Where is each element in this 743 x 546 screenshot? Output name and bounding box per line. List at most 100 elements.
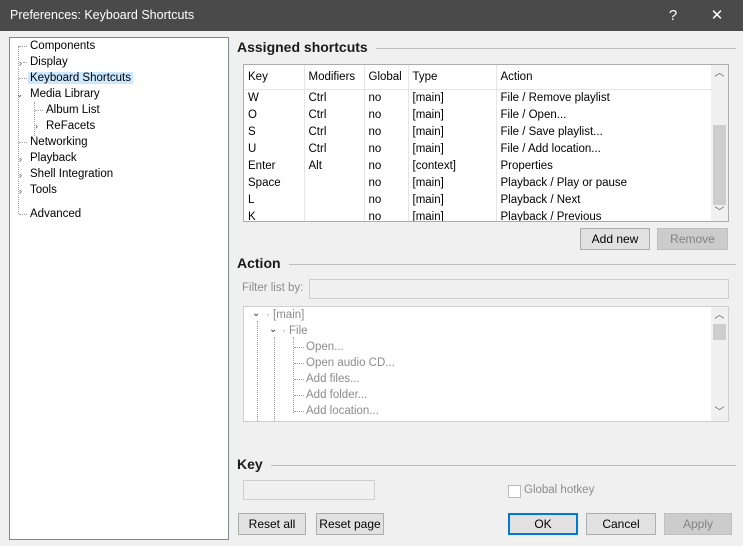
shortcuts-scrollbar[interactable]: ︿ ﹀: [711, 65, 728, 221]
remove-button[interactable]: Remove: [657, 228, 728, 250]
help-button[interactable]: ?: [653, 0, 693, 31]
reset-all-button[interactable]: Reset all: [238, 513, 306, 535]
tree-connector: [19, 142, 27, 143]
tree-item-keyboard-shortcuts[interactable]: Keyboard Shortcuts: [28, 70, 134, 86]
action-node-file[interactable]: · File: [282, 323, 308, 339]
collapse-icon[interactable]: ⌄: [15, 90, 24, 99]
scroll-thumb[interactable]: [713, 324, 726, 340]
cancel-button[interactable]: Cancel: [586, 513, 656, 535]
cell-action: Playback / Next: [496, 191, 713, 208]
close-button[interactable]: ✕: [697, 0, 737, 31]
action-item[interactable]: Add location...: [306, 403, 379, 419]
window-title: Preferences: Keyboard Shortcuts: [10, 8, 195, 22]
assigned-shortcuts-heading: Assigned shortcuts: [237, 39, 368, 55]
scroll-down-icon[interactable]: ﹀: [711, 404, 728, 421]
global-hotkey-checkbox[interactable]: [508, 485, 521, 498]
collapse-icon[interactable]: ⌄: [252, 308, 260, 319]
tree-item-shell-integration[interactable]: Shell Integration: [28, 166, 115, 182]
tree-item-advanced[interactable]: Advanced: [28, 206, 83, 222]
expand-icon[interactable]: ›: [16, 187, 25, 196]
tree-connector: [19, 78, 27, 79]
expand-icon[interactable]: ›: [16, 155, 25, 164]
filter-input[interactable]: [309, 279, 729, 299]
scroll-up-icon[interactable]: ︿: [711, 307, 728, 324]
key-heading: Key: [237, 456, 263, 472]
section-divider: [376, 48, 736, 49]
scroll-thumb[interactable]: [713, 125, 726, 205]
table-row[interactable]: O Ctrl no [main] File / Open...: [244, 106, 713, 123]
section-divider: [289, 264, 736, 265]
cell-global: no: [364, 106, 409, 123]
tree-item-media-library[interactable]: Media Library: [28, 86, 102, 102]
action-item[interactable]: Add folder...: [306, 387, 367, 403]
column-header-modifiers[interactable]: Modifiers: [304, 65, 365, 90]
shortcuts-list[interactable]: Key Modifiers Global Type Action W Ctrl …: [243, 64, 729, 222]
cell-global: no: [364, 140, 409, 157]
expand-icon[interactable]: ›: [32, 122, 41, 131]
table-row[interactable]: U Ctrl no [main] File / Add location...: [244, 140, 713, 157]
action-node-main[interactable]: · [main]: [266, 307, 304, 323]
tree-item-playback[interactable]: Playback: [28, 150, 79, 166]
expand-icon[interactable]: ›: [16, 59, 25, 68]
action-tree[interactable]: ⌄ · [main] ⌄ · File Open... Open audio C…: [243, 306, 729, 422]
scroll-up-icon[interactable]: ︿: [711, 65, 728, 82]
action-scrollbar[interactable]: ︿ ﹀: [711, 307, 728, 421]
column-header-key[interactable]: Key: [244, 65, 305, 90]
action-item[interactable]: Add files...: [306, 371, 360, 387]
shortcuts-table: Key Modifiers Global Type Action W Ctrl …: [244, 65, 713, 221]
expand-icon[interactable]: ›: [16, 171, 25, 180]
tree-item-components[interactable]: Components: [28, 38, 97, 54]
action-heading: Action: [237, 255, 281, 271]
action-item[interactable]: Open...: [306, 339, 344, 355]
cell-action: Playback / Play or pause: [496, 174, 713, 191]
tree-item-display[interactable]: Display: [28, 54, 70, 70]
table-row[interactable]: S Ctrl no [main] File / Save playlist...: [244, 123, 713, 140]
collapse-icon[interactable]: ⌄: [269, 324, 277, 335]
table-row[interactable]: Space no [main] Playback / Play or pause: [244, 174, 713, 191]
cell-modifiers: Ctrl: [304, 123, 365, 140]
tree-guide-line: [274, 337, 275, 421]
cell-modifiers: Ctrl: [304, 89, 365, 106]
table-row[interactable]: W Ctrl no [main] File / Remove playlist: [244, 89, 713, 106]
cell-global: no: [364, 174, 409, 191]
key-input[interactable]: [243, 480, 375, 500]
tree-item-refacets[interactable]: ReFacets: [44, 118, 97, 134]
cell-action: File / Remove playlist: [496, 89, 713, 106]
column-header-global[interactable]: Global: [364, 65, 409, 90]
cell-type: [context]: [408, 157, 497, 174]
preferences-tree[interactable]: Components › Display Keyboard Shortcuts …: [9, 37, 229, 540]
table-row[interactable]: Enter Alt no [context] Properties: [244, 157, 713, 174]
tree-item-tools[interactable]: Tools: [28, 182, 59, 198]
cell-global: no: [364, 123, 409, 140]
tree-connector: [19, 214, 27, 215]
tree-item-album-list[interactable]: Album List: [44, 102, 102, 118]
column-header-type[interactable]: Type: [408, 65, 497, 90]
apply-button[interactable]: Apply: [664, 513, 732, 535]
tree-item-networking[interactable]: Networking: [28, 134, 90, 150]
table-row[interactable]: L no [main] Playback / Next: [244, 191, 713, 208]
cell-global: no: [364, 157, 409, 174]
ok-button[interactable]: OK: [508, 513, 578, 535]
tree-connector: [35, 110, 43, 111]
cell-modifiers: [304, 191, 365, 208]
add-new-button[interactable]: Add new: [580, 228, 650, 250]
section-divider: [271, 465, 736, 466]
cell-key: Space: [244, 174, 305, 191]
cell-key: L: [244, 191, 305, 208]
cell-action: File / Open...: [496, 106, 713, 123]
cell-global: no: [364, 89, 409, 106]
reset-page-button[interactable]: Reset page: [316, 513, 384, 535]
column-header-action[interactable]: Action: [496, 65, 713, 90]
cell-global: no: [364, 191, 409, 208]
cell-type: [main]: [408, 174, 497, 191]
action-item[interactable]: Open audio CD...: [306, 355, 395, 371]
cell-type: [main]: [408, 89, 497, 106]
cell-action: Properties: [496, 157, 713, 174]
filter-label: Filter list by:: [242, 282, 304, 294]
cell-modifiers: Alt: [304, 157, 365, 174]
dialog-client: Components › Display Keyboard Shortcuts …: [0, 31, 743, 546]
scroll-down-icon[interactable]: ﹀: [711, 204, 728, 221]
cell-type: [main]: [408, 208, 497, 221]
tree-connector: [19, 46, 27, 47]
table-row[interactable]: K no [main] Playback / Previous: [244, 208, 713, 221]
